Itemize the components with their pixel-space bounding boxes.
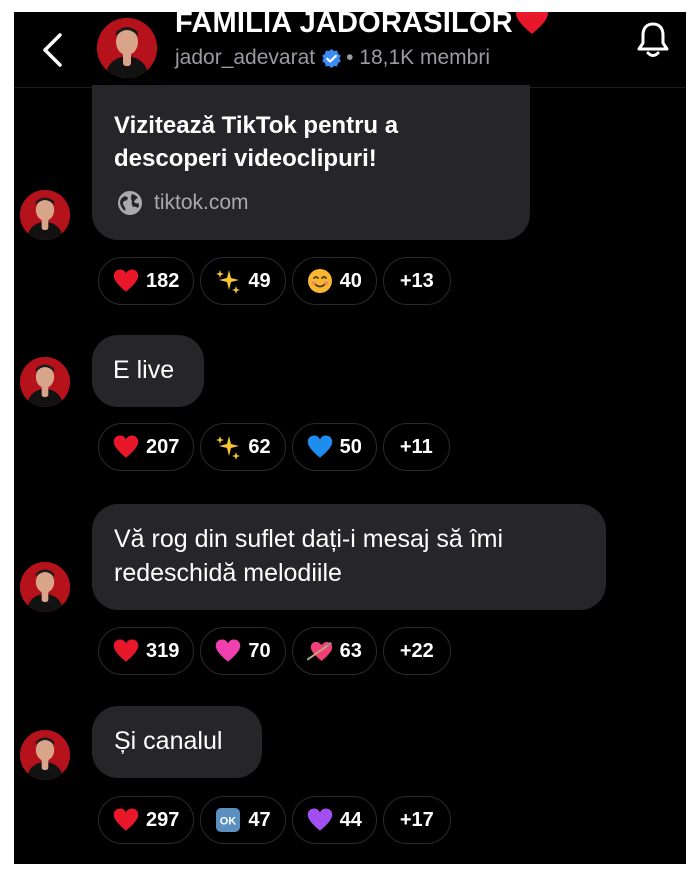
channel-title-text: FAMILIA JADORASILOR [175, 12, 513, 39]
link-preview-card[interactable]: Vizitează TikTok pentru a descoperi vide… [92, 85, 530, 240]
message-text: Vă rog din suflet dați-i mesaj să îmi re… [114, 525, 504, 587]
reaction-count: 40 [339, 269, 362, 292]
verified-badge-icon [322, 48, 341, 68]
reaction-count: 70 [248, 639, 271, 662]
reaction-count: 319 [146, 639, 180, 662]
message-text: Și canalul [114, 727, 223, 755]
reactions-row: 297 OK 47 44 +17 [98, 796, 451, 844]
link-title: Vizitează TikTok pentru a descoperi vide… [114, 112, 399, 172]
more-reactions-count: +13 [399, 269, 434, 292]
pink-heart-icon [216, 639, 241, 662]
reaction-count: 63 [339, 639, 362, 662]
channel-username[interactable]: jador_adevarat [175, 46, 315, 70]
reaction-count: 297 [146, 808, 180, 831]
back-arrow-icon[interactable] [38, 32, 68, 68]
red-heart-icon [515, 12, 548, 34]
sparkles-icon [216, 436, 241, 460]
reaction-purple-heart[interactable]: 44 [291, 796, 377, 844]
reaction-count: 44 [339, 808, 362, 831]
heart-with-arrow-icon [306, 641, 332, 661]
reaction-count: 47 [248, 808, 271, 831]
more-reactions-button[interactable]: +22 [382, 627, 451, 675]
reactions-row: 182 49 40 +13 [98, 257, 451, 305]
more-reactions-button[interactable]: +17 [382, 796, 451, 844]
reactions-row: 207 62 50 +11 [98, 423, 450, 471]
channel-screen: FAMILIA JADORASILOR jador_adevarat • 18,… [14, 12, 686, 864]
message-text: E live [113, 356, 175, 384]
reaction-sparkles[interactable]: 62 [200, 423, 286, 471]
globe-icon [118, 190, 142, 215]
reaction-red-heart[interactable]: 297 [98, 796, 195, 844]
sender-avatar[interactable] [20, 730, 70, 780]
more-reactions-count: +11 [399, 435, 433, 458]
more-reactions-count: +17 [399, 808, 434, 831]
sender-avatar[interactable] [20, 190, 70, 240]
red-heart-icon [113, 808, 139, 831]
member-count: • 18,1K membri [346, 46, 491, 69]
bell-icon[interactable] [636, 20, 670, 60]
sender-avatar[interactable] [20, 562, 70, 612]
more-reactions-button[interactable]: +11 [382, 423, 450, 471]
reactions-row: 319 70 63 +22 [98, 627, 451, 675]
reaction-red-heart[interactable]: 207 [98, 423, 195, 471]
blue-heart-icon [307, 435, 332, 458]
channel-title: FAMILIA JADORASILOR [175, 12, 549, 40]
reaction-smiling-face[interactable]: 40 [291, 257, 377, 305]
red-heart-icon [113, 639, 139, 662]
ok-button-icon: OK [216, 808, 241, 832]
sparkles-icon [216, 270, 241, 294]
channel-avatar[interactable] [97, 18, 157, 78]
message-bubble[interactable]: Vă rog din suflet dați-i mesaj să îmi re… [92, 504, 606, 610]
reaction-red-heart[interactable]: 319 [98, 627, 195, 675]
sender-avatar[interactable] [20, 357, 70, 407]
more-reactions-button[interactable]: +13 [382, 257, 451, 305]
reaction-red-heart[interactable]: 182 [98, 257, 195, 305]
smiling-face-icon [307, 269, 332, 293]
ok-icon-label: OK [220, 816, 237, 828]
reaction-ok-button[interactable]: OK 47 [200, 796, 286, 844]
channel-subtitle: jador_adevarat • 18,1K membri [175, 46, 490, 70]
red-heart-icon [113, 269, 139, 292]
reaction-count: 49 [248, 269, 271, 292]
link-domain-text: tiktok.com [154, 191, 249, 214]
reaction-blue-heart[interactable]: 50 [291, 423, 377, 471]
reaction-count: 62 [248, 435, 271, 458]
reaction-heart-with-arrow[interactable]: 63 [291, 627, 377, 675]
reaction-sparkles[interactable]: 49 [200, 257, 286, 305]
reaction-count: 50 [339, 435, 362, 458]
message-bubble[interactable]: Și canalul [92, 706, 262, 778]
reaction-pink-heart[interactable]: 70 [200, 627, 286, 675]
purple-heart-icon [307, 808, 332, 831]
more-reactions-count: +22 [399, 639, 434, 662]
link-domain: tiktok.com [116, 186, 249, 219]
message-bubble[interactable]: E live [92, 335, 204, 407]
reaction-count: 207 [146, 435, 180, 458]
red-heart-icon [113, 435, 139, 458]
reaction-count: 182 [146, 269, 180, 292]
